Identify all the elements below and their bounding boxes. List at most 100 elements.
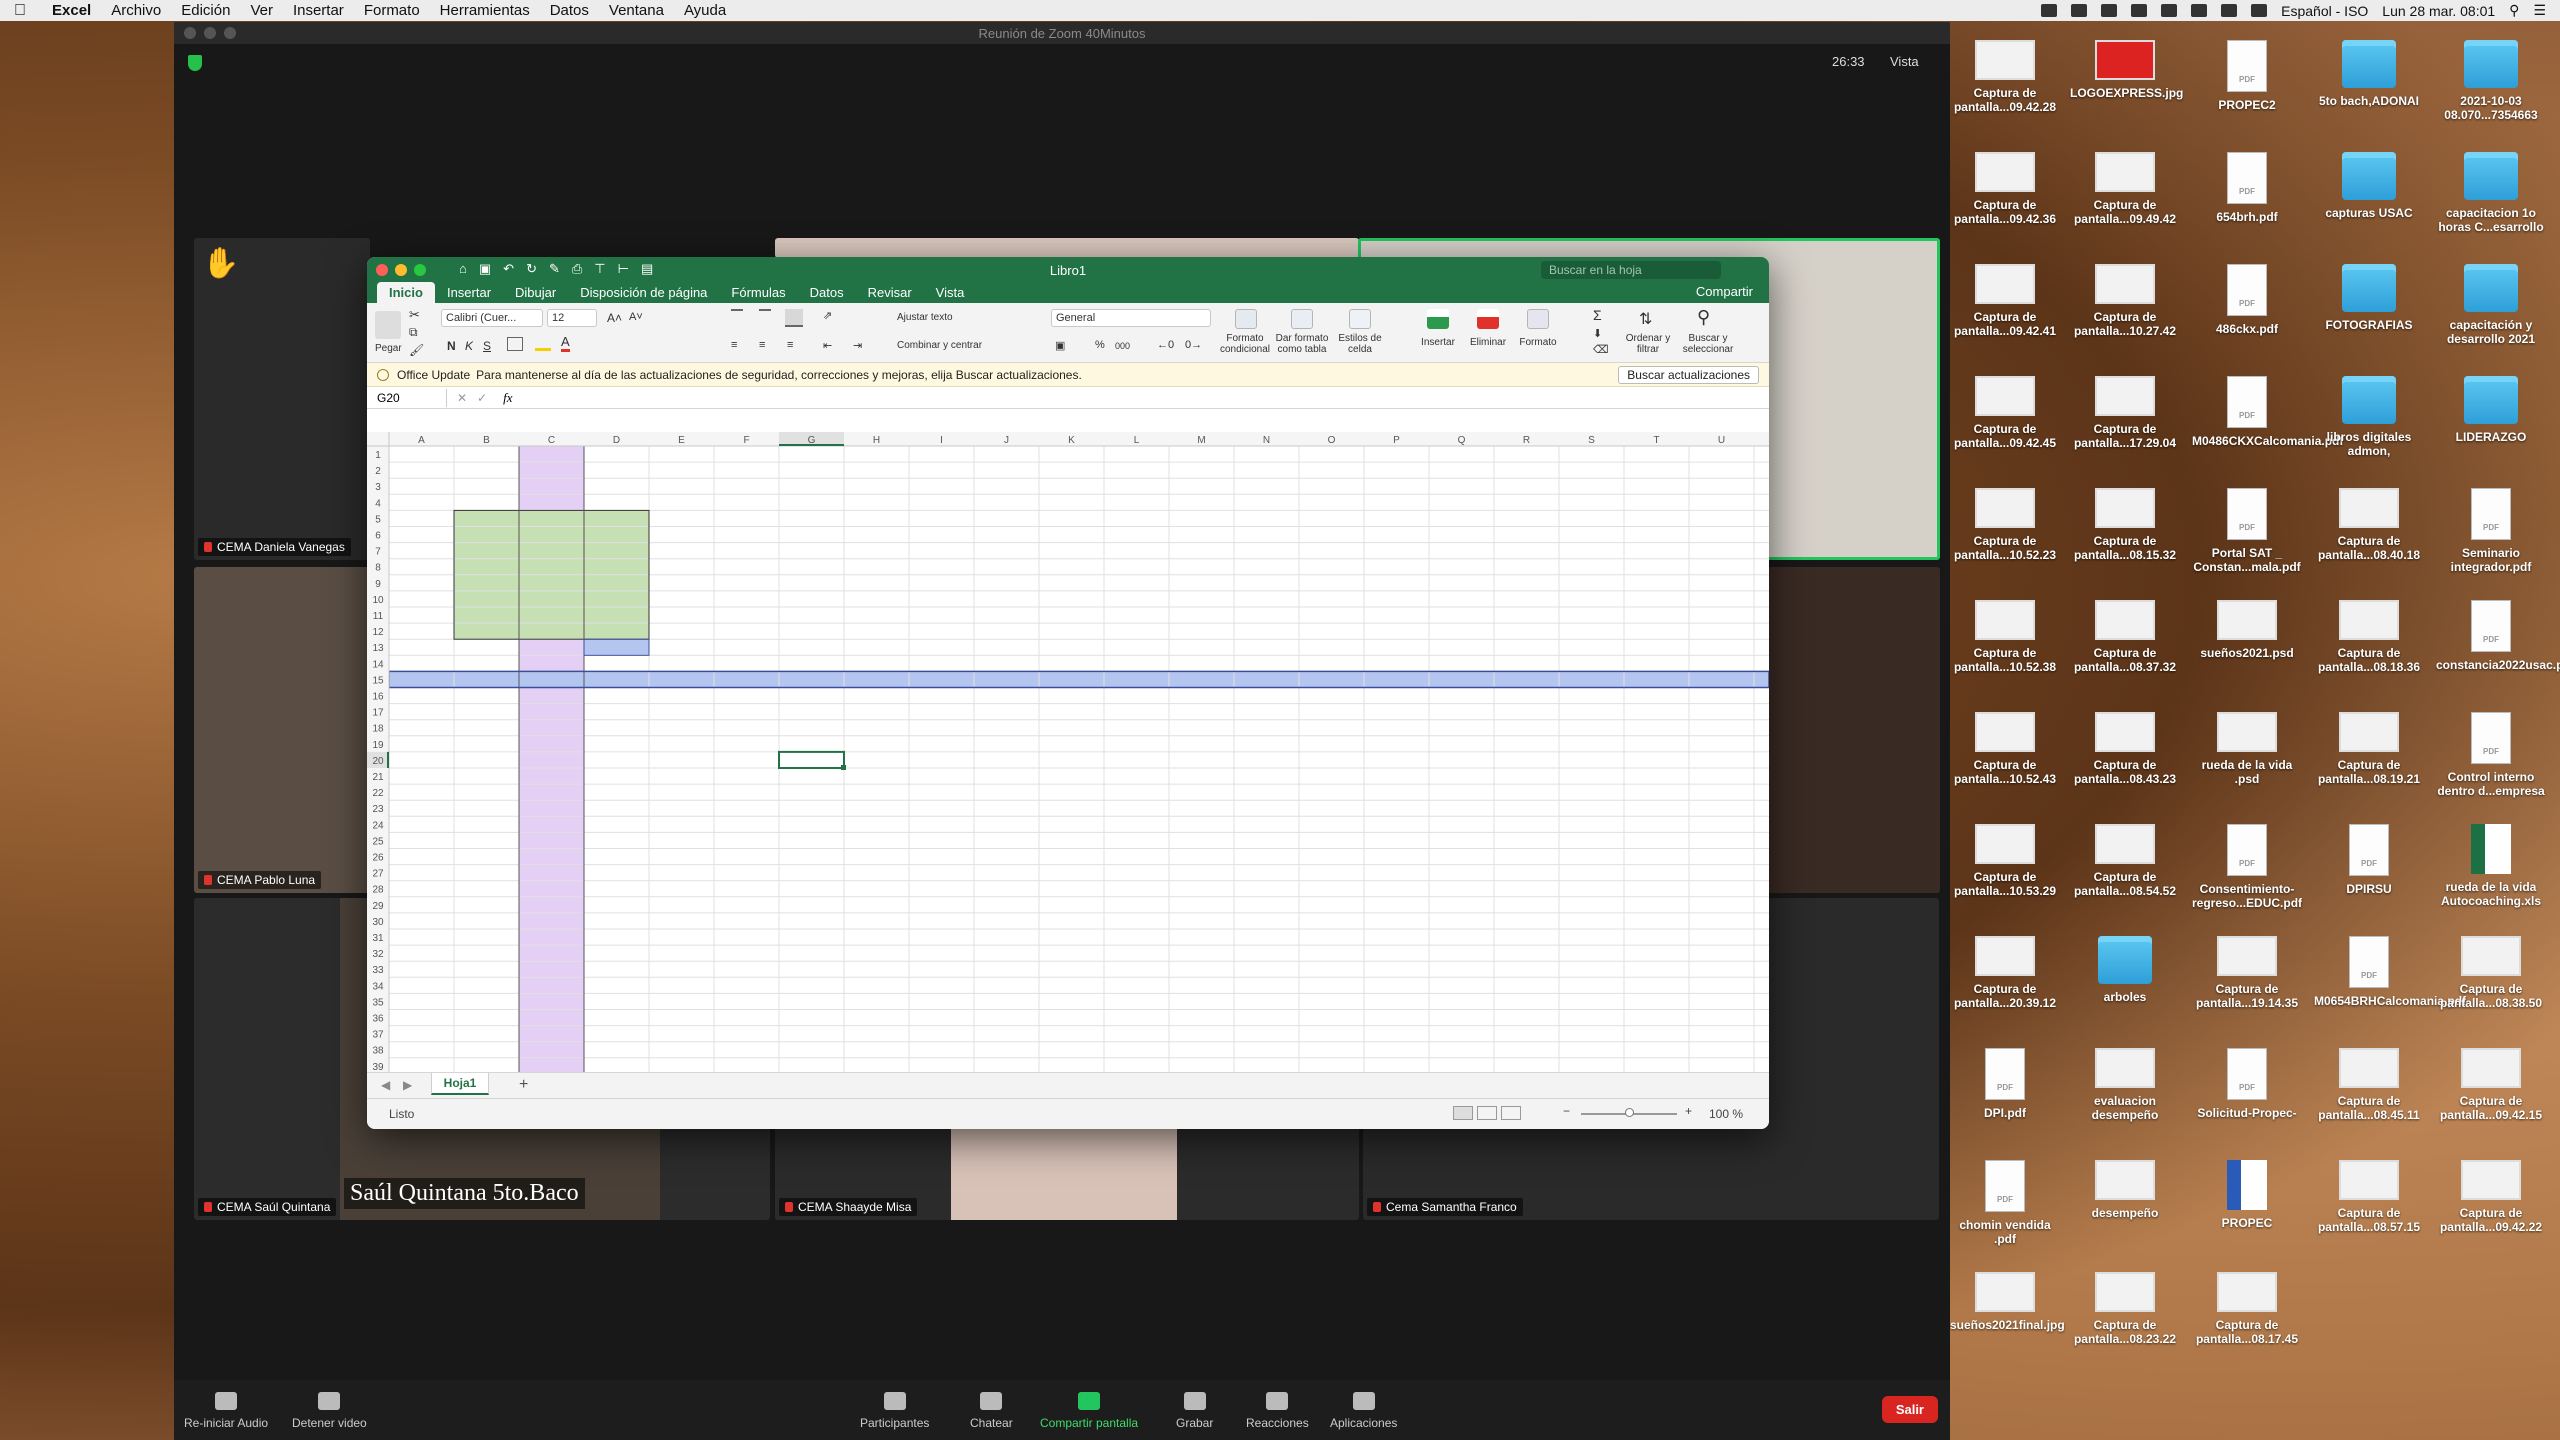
desktop-icon[interactable]: M0486CKXCalcomania.pdf	[2192, 376, 2343, 448]
zoom-slider-thumb[interactable]	[1625, 1108, 1634, 1117]
record-button[interactable]: Grabar	[1176, 1392, 1213, 1430]
desktop-icon[interactable]: Captura de pantalla...09.42.36	[1950, 152, 2060, 226]
spreadsheet-grid[interactable]: A B C D E F G H I J K L M N O P Q R S T U 1 2 3 4 5 6 7 8 9 10 11 12 13 14…	[367, 432, 1769, 1072]
decrease-decimal-icon[interactable]: 0→	[1185, 339, 1202, 351]
input-source[interactable]: Español - ISO	[2281, 3, 2368, 19]
desktop-icon[interactable]: chomin vendida .pdf	[1950, 1160, 2060, 1246]
font-name-select[interactable]: Calibri (Cuer...	[441, 309, 543, 327]
next-sheet-icon[interactable]: ▶	[403, 1078, 412, 1092]
format-painter-icon[interactable]: 🖌	[409, 343, 424, 357]
page-layout-icon[interactable]	[1477, 1106, 1497, 1120]
participants-button[interactable]: Participantes	[860, 1392, 929, 1430]
desktop-icon[interactable]: sueños2021final.jpg	[1950, 1272, 2065, 1332]
video-tile[interactable]: ✋ CEMA Daniela Vanegas	[194, 238, 370, 560]
security-shield-icon[interactable]	[188, 55, 202, 71]
menu-app-name[interactable]: Excel	[40, 2, 101, 19]
font-color-icon[interactable]: A	[561, 335, 570, 352]
share-button[interactable]: Compartir	[1696, 284, 1753, 299]
align-bottom-icon[interactable]	[785, 309, 803, 327]
desktop-icon[interactable]: Captura de pantalla...08.40.18	[2314, 488, 2424, 562]
volume-icon[interactable]	[2251, 4, 2268, 17]
desktop-icon[interactable]: evaluacion desempeño	[2070, 1048, 2180, 1122]
align-right-icon[interactable]: ≡	[787, 339, 793, 351]
desktop-icon[interactable]: capturas USAC	[2314, 152, 2424, 220]
desktop-icon[interactable]: DPI.pdf	[1950, 1048, 2060, 1120]
paste-icon[interactable]	[375, 311, 401, 339]
page-break-icon[interactable]	[1501, 1106, 1521, 1120]
desktop-icon[interactable]: Solicitud-Propec-	[2192, 1048, 2302, 1120]
save-icon[interactable]: ▣	[479, 261, 491, 277]
desktop-icon[interactable]: Captura de pantalla...08.57.15	[2314, 1160, 2424, 1234]
conditional-format-button[interactable]: Formato condicional	[1219, 333, 1271, 355]
apps-button[interactable]: Aplicaciones	[1330, 1392, 1397, 1430]
battery-icon[interactable]	[2221, 4, 2238, 17]
prev-sheet-icon[interactable]: ◀	[381, 1078, 390, 1092]
menu-ver[interactable]: Ver	[240, 2, 283, 19]
menu-insertar[interactable]: Insertar	[283, 2, 354, 19]
align-center-icon[interactable]: ≡	[759, 339, 765, 351]
insert-row-icon[interactable]: ⊤	[594, 261, 605, 277]
cell-styles-icon[interactable]	[1349, 309, 1371, 329]
shrink-font-icon[interactable]: A˅	[629, 311, 643, 323]
underline-button[interactable]: S	[483, 339, 491, 353]
edit-icon[interactable]: ✎	[549, 261, 560, 277]
desktop-icon[interactable]: LOGOEXPRESS.jpg	[2070, 40, 2183, 100]
format-table-button[interactable]: Dar formato como tabla	[1273, 333, 1331, 355]
desktop-icon[interactable]: Captura de pantalla...20.39.12	[1950, 936, 2060, 1010]
clock[interactable]: Lun 28 mar. 08:01	[2382, 3, 2495, 19]
add-sheet-icon[interactable]: +	[519, 1076, 528, 1094]
align-left-icon[interactable]: ≡	[731, 339, 737, 351]
desktop-icon[interactable]: M0654BRHCalcomania.pdf	[2314, 936, 2466, 1008]
desktop-icon[interactable]: Captura de pantalla...08.19.21	[2314, 712, 2424, 786]
redo-icon[interactable]: ↻	[526, 261, 537, 277]
menu-ventana[interactable]: Ventana	[599, 2, 674, 19]
check-updates-button[interactable]: Buscar actualizaciones	[1618, 366, 1759, 384]
desktop-icon[interactable]: Captura de pantalla...08.43.23	[2070, 712, 2180, 786]
video-button[interactable]: Detener video	[292, 1392, 367, 1430]
maximize-icon[interactable]	[414, 264, 426, 276]
sync-icon[interactable]	[2131, 4, 2148, 17]
desktop-icon[interactable]: Captura de pantalla...09.42.45	[1950, 376, 2060, 450]
fill-color-icon[interactable]	[535, 337, 551, 351]
merge-center-button[interactable]: Combinar y centrar	[897, 340, 982, 351]
tab-revisar[interactable]: Revisar	[856, 285, 924, 303]
minimize-icon[interactable]	[204, 27, 216, 39]
leave-button[interactable]: Salir	[1881, 1396, 1938, 1423]
name-box[interactable]: G20	[371, 388, 447, 407]
desktop-icon[interactable]: Captura de pantalla...08.54.52	[2070, 824, 2180, 898]
desktop-icon[interactable]: Captura de pantalla...19.14.35	[2192, 936, 2302, 1010]
tab-datos[interactable]: Datos	[798, 285, 856, 303]
desktop-icon[interactable]: Captura de pantalla...10.52.38	[1950, 600, 2060, 674]
format-cells-icon[interactable]	[1527, 309, 1549, 329]
delete-cells-icon[interactable]	[1477, 309, 1499, 329]
bold-button[interactable]: N	[447, 339, 456, 353]
dropbox-icon[interactable]	[2101, 4, 2118, 17]
comma-style-icon[interactable]: 000	[1115, 341, 1130, 351]
borders-icon[interactable]	[507, 337, 523, 351]
desktop-icon[interactable]: Captura de pantalla...08.15.32	[2070, 488, 2180, 562]
tab-formulas[interactable]: Fórmulas	[719, 285, 797, 303]
close-icon[interactable]	[184, 27, 196, 39]
grid-canvas[interactable]: A B C D E F G H I J K L M N O P Q R S T U1234567891011121314…	[367, 432, 1769, 1072]
desktop-icon[interactable]: capacitación y desarrollo 2021	[2436, 264, 2546, 346]
tab-dibujar[interactable]: Dibujar	[503, 285, 568, 303]
status-icon[interactable]	[2071, 4, 2088, 17]
desktop-icon[interactable]: Captura de pantalla...10.53.29	[1950, 824, 2060, 898]
minimize-icon[interactable]	[395, 264, 407, 276]
reactions-button[interactable]: Reacciones	[1246, 1392, 1309, 1430]
menu-archivo[interactable]: Archivo	[101, 2, 171, 19]
desktop-icon[interactable]: Captura de pantalla...10.52.43	[1950, 712, 2060, 786]
insert-cells-button[interactable]: Insertar	[1413, 337, 1463, 348]
currency-icon[interactable]: ▣	[1055, 339, 1065, 352]
zoom-out-icon[interactable]: −	[1563, 1104, 1570, 1118]
spotlight-icon[interactable]: ⚲	[2509, 2, 2519, 19]
clear-icon[interactable]: ⌫	[1593, 343, 1609, 356]
insert-cells-icon[interactable]	[1427, 309, 1449, 329]
find-select-icon[interactable]: ⚲	[1697, 307, 1710, 328]
desktop-icon[interactable]: rueda de la vida Autocoaching.xls	[2436, 824, 2546, 908]
search-sheet-input[interactable]: Buscar en la hoja	[1541, 261, 1721, 279]
cell-styles-button[interactable]: Estilos de celda	[1335, 333, 1385, 355]
print-icon[interactable]: ⎙	[572, 261, 582, 277]
menu-formato[interactable]: Formato	[354, 2, 430, 19]
align-middle-icon[interactable]	[759, 309, 771, 321]
